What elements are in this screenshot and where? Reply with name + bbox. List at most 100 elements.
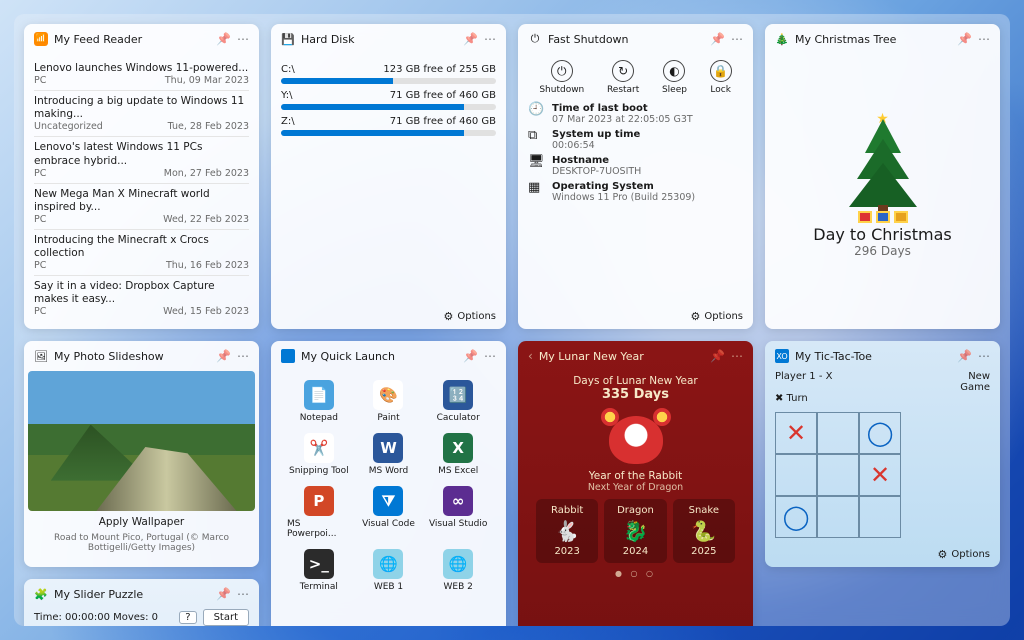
more-icon[interactable]: ⋯ [484,32,496,46]
drive-usage-bar [281,78,496,84]
lunar-days: 335 Days [528,387,743,402]
launcher-item[interactable]: >_ Terminal [287,546,351,595]
board-cell[interactable]: ◯ [775,496,817,538]
launcher-item[interactable]: P MS Powerpoi... [287,483,351,542]
zodiac-card[interactable]: Snake🐍2025 [673,499,735,563]
board-cell[interactable] [817,454,859,496]
board-cell[interactable]: ◯ [859,412,901,454]
slideshow-image[interactable] [28,371,255,511]
more-icon[interactable]: ⋯ [731,32,743,46]
launcher-item[interactable]: 🌐 WEB 2 [426,546,490,595]
new-game-link[interactable]: New Game [960,371,990,393]
app-label: MS Excel [438,466,478,476]
lock-button[interactable]: 🔒Lock [710,60,732,95]
launcher-item[interactable]: 🌐 WEB 1 [357,546,421,595]
pin-icon[interactable]: 📌 [710,349,725,363]
launcher-item[interactable]: 📄 Notepad [287,377,351,426]
app-label: Notepad [300,413,338,423]
options-link[interactable]: ⚙Options [271,304,506,329]
pin-icon[interactable]: 📌 [463,349,478,363]
slider-puzzle-widget: 🧩 My Slider Puzzle 📌 ⋯ Time: 00:00:00 Mo… [24,579,259,626]
time-moves-label: Time: 00:00:00 Moves: 0 [34,612,158,623]
board-cell[interactable]: ✕ [859,454,901,496]
board-cell[interactable] [817,412,859,454]
feed-item[interactable]: Lenovo's latest Windows 11 PCs embrace h… [34,136,249,182]
board-cell[interactable] [817,496,859,538]
pin-icon[interactable]: 📌 [463,32,478,46]
widget-title: Fast Shutdown [548,33,704,46]
launcher-item[interactable]: ⧩ Visual Code [357,483,421,542]
tic-tac-toe-widget: XO My Tic-Tac-Toe 📌 ⋯ Player 1 - X New G… [765,341,1000,567]
zodiac-glyph-icon: 🐇 [538,519,596,543]
board-cell[interactable] [859,496,901,538]
options-link[interactable]: ⚙Options [765,542,1000,567]
app-icon: X [443,433,473,463]
disk-icon: 💾 [281,32,295,46]
system-info-row: 🕘 Time of last boot07 Mar 2023 at 22:05:… [528,103,743,125]
drive-row: Z:\71 GB free of 460 GB [281,116,496,136]
gear-icon: ⚙ [691,310,701,323]
board-cell[interactable]: ✕ [775,412,817,454]
info-icon: 🕘 [528,103,544,116]
launcher-item[interactable]: ✂️ Snipping Tool [287,430,351,479]
feed-item-source: Uncategorized [34,121,103,132]
feed-item[interactable]: Introducing the Minecraft x Crocs collec… [34,229,249,275]
drive-usage-bar [281,130,496,136]
app-icon: P [304,486,334,516]
widget-title: My Christmas Tree [795,33,951,46]
widget-title: My Slider Puzzle [54,588,210,601]
apply-wallpaper-link[interactable]: Apply Wallpaper [24,511,259,533]
page-dots[interactable]: ● ○ ○ [528,569,743,578]
system-info-row: ⧉ System up time00:06:54 [528,129,743,151]
pin-icon[interactable]: 📌 [957,349,972,363]
sleep-button[interactable]: ◐Sleep [662,60,687,95]
help-button[interactable]: ? [179,611,196,624]
pin-icon[interactable]: 📌 [216,587,231,601]
more-icon[interactable]: ⋯ [978,349,990,363]
more-icon[interactable]: ⋯ [484,349,496,363]
board-cell[interactable] [775,454,817,496]
more-icon[interactable]: ⋯ [731,349,743,363]
shutdown-button[interactable]: ⏻Shutdown [539,60,584,95]
quick-launch-widget: My Quick Launch 📌 ⋯ 📄 Notepad🎨 Paint🔢 Ca… [271,341,506,626]
zodiac-card[interactable]: Dragon🐉2024 [604,499,666,563]
zodiac-card[interactable]: Rabbit🐇2023 [536,499,598,563]
start-button[interactable]: Start [203,609,249,626]
launcher-item[interactable]: ∞ Visual Studio [426,483,490,542]
zodiac-glyph-icon: 🐉 [606,519,664,543]
options-link[interactable]: ⚙Options [518,304,753,329]
feed-item[interactable]: New Mega Man X Minecraft world inspired … [34,183,249,229]
pin-icon[interactable]: 📌 [957,32,972,46]
app-label: Visual Studio [429,519,487,529]
app-icon: ∞ [443,486,473,516]
widget-title: My Tic-Tac-Toe [795,350,951,363]
app-icon: 🌐 [373,549,403,579]
photo-caption: Road to Mount Pico, Portugal (© Marco Bo… [24,533,259,561]
feed-item-source: PC [34,306,46,317]
app-label: WEB 2 [443,582,472,592]
feed-item[interactable]: Introducing a big update to Windows 11 m… [34,90,249,136]
widgets-panel: 📶 My Feed Reader 📌 ⋯ Lenovo launches Win… [14,14,1010,626]
feed-item-source: PC [34,260,46,271]
launcher-item[interactable]: W MS Word [357,430,421,479]
restart-button[interactable]: ↻Restart [607,60,639,95]
back-icon[interactable]: ‹ [528,349,533,363]
pin-icon[interactable]: 📌 [216,32,231,46]
more-icon[interactable]: ⋯ [237,349,249,363]
feed-item[interactable]: Lenovo launches Windows 11-powered... PC… [34,58,249,90]
more-icon[interactable]: ⋯ [237,32,249,46]
app-icon: ⧩ [373,486,403,516]
drive-label: Z:\ [281,116,295,127]
hard-disk-widget: 💾 Hard Disk 📌 ⋯ C:\123 GB free of 255 GB… [271,24,506,329]
launcher-item[interactable]: 🎨 Paint [357,377,421,426]
pin-icon[interactable]: 📌 [710,32,725,46]
feed-item[interactable]: Say it in a video: Dropbox Capture makes… [34,275,249,321]
system-info-row: ▦ Operating SystemWindows 11 Pro (Build … [528,181,743,203]
more-icon[interactable]: ⋯ [237,587,249,601]
launcher-item[interactable]: X MS Excel [426,430,490,479]
launcher-item[interactable]: 🔢 Caculator [426,377,490,426]
app-label: Visual Code [362,519,415,529]
more-icon[interactable]: ⋯ [978,32,990,46]
pin-icon[interactable]: 📌 [216,349,231,363]
app-icon: W [373,433,403,463]
